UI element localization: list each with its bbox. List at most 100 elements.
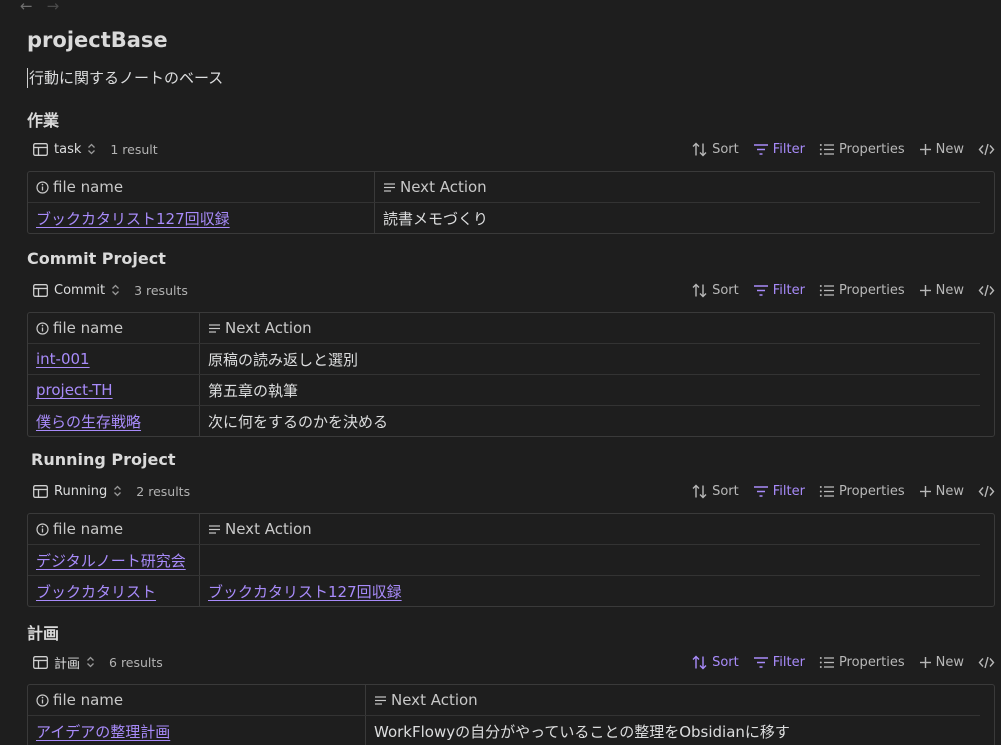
sort-button[interactable]: Sort: [692, 655, 739, 670]
column-header-label: file name: [53, 520, 124, 538]
info-icon: [36, 522, 49, 536]
plus-icon: [919, 485, 932, 498]
new-button[interactable]: New: [919, 283, 964, 298]
column-header-next-action[interactable]: Next Action: [375, 172, 980, 202]
column-header-label: file name: [53, 691, 124, 709]
new-label: New: [935, 141, 964, 157]
sort-icon: [692, 142, 708, 157]
code-view-button[interactable]: [978, 284, 995, 297]
page-subtitle[interactable]: 行動に関するノートのベース: [27, 68, 223, 88]
properties-button[interactable]: Properties: [819, 484, 905, 499]
file-link[interactable]: ブックカタリスト127回収録: [36, 208, 230, 229]
file-name-cell: ブックカタリスト: [28, 576, 200, 606]
table-row: アイデアの整理計画 WorkFlowyの自分がやっていることの整理をObsidia…: [28, 715, 980, 745]
next-action-cell[interactable]: 次に何をするのかを決める: [200, 406, 980, 436]
filter-icon: [753, 656, 769, 669]
base-toolbar: 計画 6 results Sort Filter Properties New: [27, 649, 995, 675]
new-button[interactable]: New: [919, 655, 964, 670]
table-icon: [33, 142, 48, 156]
new-button[interactable]: New: [919, 142, 964, 157]
table-row: デジタルノート研究会: [28, 544, 980, 575]
properties-label: Properties: [838, 282, 905, 298]
next-action-cell[interactable]: WorkFlowyの自分がやっていることの整理をObsidianに移す: [366, 716, 980, 745]
column-header-next-action[interactable]: Next Action: [200, 313, 980, 343]
view-name: Running: [54, 483, 108, 499]
code-icon: [978, 656, 995, 669]
base-toolbar: Running 2 results Sort Filter Properties New: [27, 478, 995, 504]
file-link[interactable]: アイデアの整理計画: [36, 721, 170, 742]
filter-button[interactable]: Filter: [753, 142, 805, 157]
code-icon: [978, 485, 995, 498]
next-action-cell[interactable]: 原稿の読み返しと選別: [200, 344, 980, 374]
column-header-label: Next Action: [391, 691, 478, 709]
column-header-file-name[interactable]: file name: [28, 313, 200, 343]
code-view-button[interactable]: [978, 656, 995, 669]
code-view-button[interactable]: [978, 143, 995, 156]
list-icon: [819, 485, 835, 498]
file-link[interactable]: デジタルノート研究会: [36, 550, 186, 571]
file-link[interactable]: ブックカタリスト: [36, 581, 156, 602]
column-header-label: Next Action: [400, 178, 487, 196]
properties-label: Properties: [838, 654, 905, 670]
column-header-next-action[interactable]: Next Action: [200, 514, 980, 544]
next-action-cell[interactable]: 第五章の執筆: [200, 375, 980, 405]
column-header-file-name[interactable]: file name: [28, 172, 375, 202]
nav-arrows: ← →: [20, 0, 59, 15]
next-action-cell[interactable]: ブックカタリスト127回収録: [200, 576, 980, 606]
file-link[interactable]: int-001: [36, 350, 90, 368]
code-icon: [978, 284, 995, 297]
back-arrow-icon[interactable]: ←: [20, 0, 33, 15]
table-header: file name Next Action: [28, 172, 980, 202]
table-icon: [33, 283, 48, 297]
view-selector[interactable]: task: [27, 142, 96, 157]
list-icon: [819, 656, 835, 669]
section-heading: Commit Project: [27, 249, 166, 268]
column-header-label: file name: [53, 178, 124, 196]
new-button[interactable]: New: [919, 484, 964, 499]
next-action-text: 読書メモづくり: [383, 209, 489, 228]
result-count: 6 results: [109, 654, 163, 670]
section-heading: 計画: [27, 624, 60, 643]
toolbar-actions: Sort Filter Properties New: [692, 655, 995, 670]
properties-button[interactable]: Properties: [819, 655, 905, 670]
info-icon: [36, 693, 49, 707]
result-count: 2 results: [136, 483, 191, 499]
code-view-button[interactable]: [978, 485, 995, 498]
filter-icon: [753, 284, 769, 297]
view-selector[interactable]: 計画: [27, 653, 95, 672]
filter-label: Filter: [772, 654, 805, 670]
view-selector[interactable]: Running: [27, 484, 122, 499]
sort-button[interactable]: Sort: [692, 283, 739, 298]
column-header-label: Next Action: [225, 319, 312, 337]
forward-arrow-icon[interactable]: →: [47, 0, 60, 15]
chevron-updown-icon: [86, 656, 95, 668]
sort-label: Sort: [712, 141, 739, 157]
column-header-file-name[interactable]: file name: [28, 685, 366, 715]
properties-button[interactable]: Properties: [819, 283, 905, 298]
column-header-next-action[interactable]: Next Action: [366, 685, 980, 715]
table-row: 僕らの生存戦略 次に何をするのかを決める: [28, 405, 980, 436]
table-header: file name Next Action: [28, 514, 980, 544]
table-icon: [33, 655, 48, 669]
next-action-cell[interactable]: [200, 545, 980, 575]
result-count: 3 results: [134, 282, 188, 298]
filter-button[interactable]: Filter: [753, 655, 805, 670]
properties-button[interactable]: Properties: [819, 142, 905, 157]
next-action-text: 原稿の読み返しと選別: [208, 350, 359, 369]
filter-button[interactable]: Filter: [753, 283, 805, 298]
filter-button[interactable]: Filter: [753, 484, 805, 499]
file-name-cell: 僕らの生存戦略: [28, 406, 200, 436]
table-row: ブックカタリスト ブックカタリスト127回収録: [28, 575, 980, 606]
file-link[interactable]: 僕らの生存戦略: [36, 411, 141, 432]
view-selector[interactable]: Commit: [27, 283, 120, 298]
column-header-file-name[interactable]: file name: [28, 514, 200, 544]
next-action-cell[interactable]: 読書メモづくり: [375, 203, 980, 233]
table-header: file name Next Action: [28, 685, 980, 715]
sort-button[interactable]: Sort: [692, 484, 739, 499]
sort-button[interactable]: Sort: [692, 142, 739, 157]
file-link[interactable]: project-TH: [36, 381, 113, 399]
next-action-link[interactable]: ブックカタリスト127回収録: [208, 581, 402, 602]
info-icon: [36, 180, 49, 194]
new-label: New: [935, 654, 964, 670]
table-row: ブックカタリスト127回収録 読書メモづくり: [28, 202, 980, 233]
